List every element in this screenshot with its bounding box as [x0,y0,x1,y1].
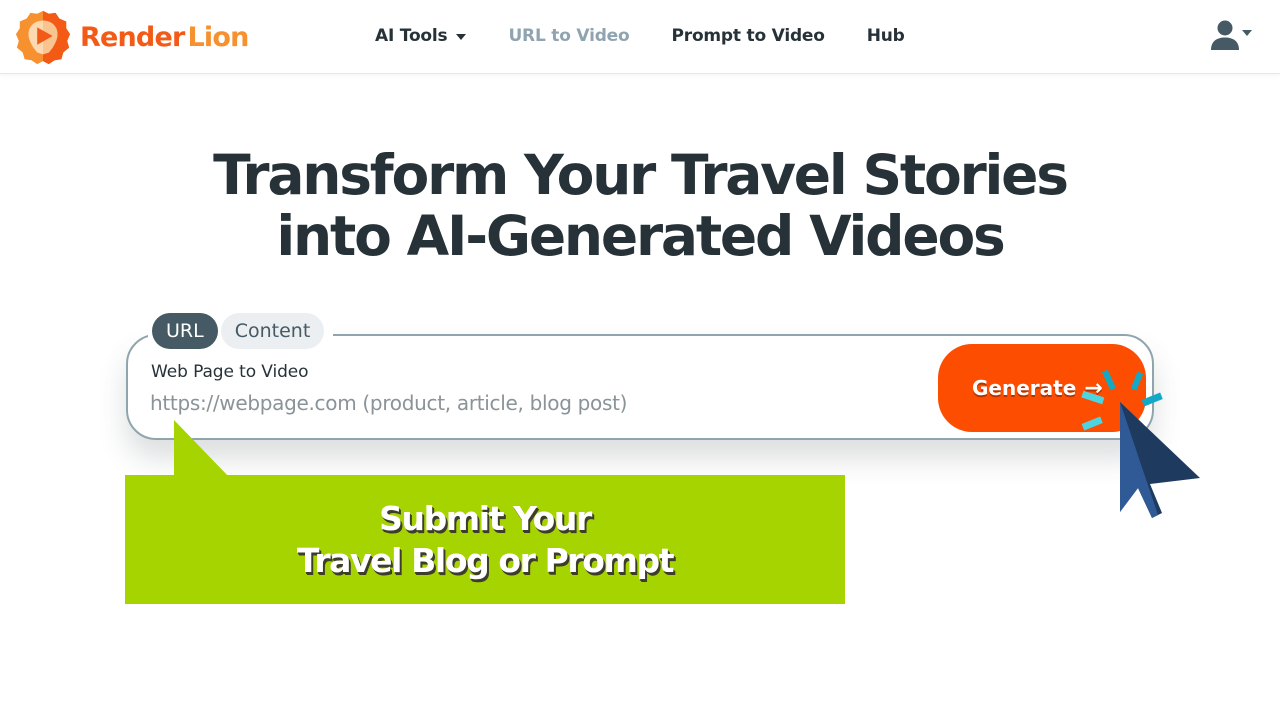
hero-headline: Transform Your Travel Stories into AI-Ge… [213,143,1069,268]
user-icon [1211,20,1239,50]
callout-banner: Submit Your Travel Blog or Prompt [125,475,845,604]
nav-ai-tools[interactable]: AI Tools [375,26,467,46]
brand-name: Render Lion [80,21,249,53]
nav-hub[interactable]: Hub [867,26,905,46]
url-field-label: Web Page to Video [151,362,309,382]
nav-url-to-video[interactable]: URL to Video [508,26,629,46]
user-menu-button[interactable] [1208,18,1252,52]
tab-content[interactable]: Content [220,313,325,349]
tab-url[interactable]: URL [152,313,218,349]
callout-tail [174,420,230,478]
arrow-right-icon: → [1084,375,1103,401]
chevron-down-icon [1242,30,1252,36]
brand-logo[interactable]: Render Lion [14,8,249,66]
url-input[interactable] [150,388,910,418]
nav-prompt-to-video[interactable]: Prompt to Video [672,26,825,46]
main-nav: AI Tools URL to Video Prompt to Video Hu… [375,26,947,46]
chevron-down-icon [456,34,467,40]
lion-play-icon [15,10,71,65]
generate-button[interactable]: Generate → [938,344,1146,432]
top-navbar: Render Lion AI Tools URL to Video Prompt … [0,0,1280,74]
input-mode-tabs: URL Content [148,312,334,350]
